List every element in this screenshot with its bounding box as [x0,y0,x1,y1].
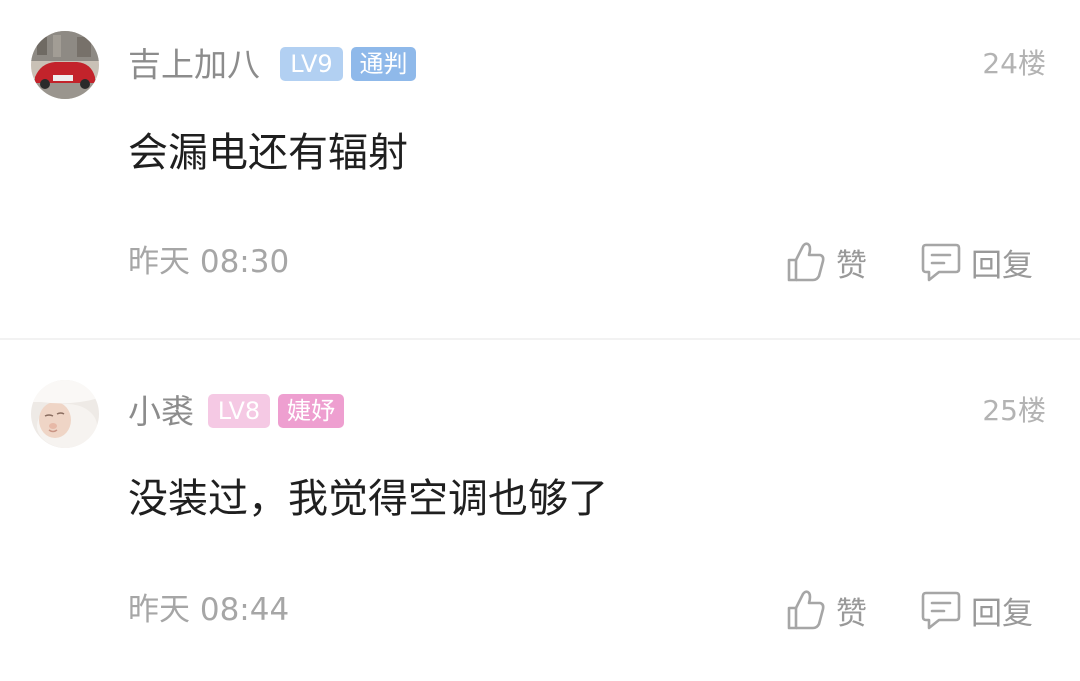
floor-number: 25楼 [982,394,1046,427]
reply-label: 回复 [971,595,1033,632]
comment-text: 会漏电还有辐射 [128,130,408,176]
username[interactable]: 吉上加八 [128,45,260,85]
comment-bubble-icon [921,591,961,630]
like-button[interactable]: 赞 [786,588,867,632]
username[interactable]: 小裘 [128,392,194,432]
comment-time: 昨天 08:44 [128,592,290,628]
floor-number: 24楼 [982,47,1046,80]
like-button[interactable]: 赞 [786,240,867,284]
avatar[interactable] [31,31,99,99]
reply-label: 回复 [971,247,1033,284]
comment-time: 昨天 08:30 [128,244,290,280]
title-badge: 婕妤 [278,394,344,428]
title-badge: 通判 [351,47,416,81]
avatar[interactable] [31,380,99,448]
like-label: 赞 [836,595,867,632]
comment-item: 小裘 LV8 婕妤 25楼 没装过，我觉得空调也够了 昨天 08:44 赞 回复 [0,340,1080,681]
level-badge: LV8 [208,394,270,428]
comment-bubble-icon [921,243,961,282]
thumbs-up-icon [787,590,825,630]
thumbs-up-icon [787,242,825,282]
comment-text: 没装过，我觉得空调也够了 [128,476,608,522]
reply-button[interactable]: 回复 [921,240,1033,284]
comment-item: 吉上加八 LV9 通判 24楼 会漏电还有辐射 昨天 08:30 赞 回复 [0,0,1080,338]
level-badge: LV9 [280,47,343,81]
like-label: 赞 [836,247,867,284]
reply-button[interactable]: 回复 [921,588,1033,632]
